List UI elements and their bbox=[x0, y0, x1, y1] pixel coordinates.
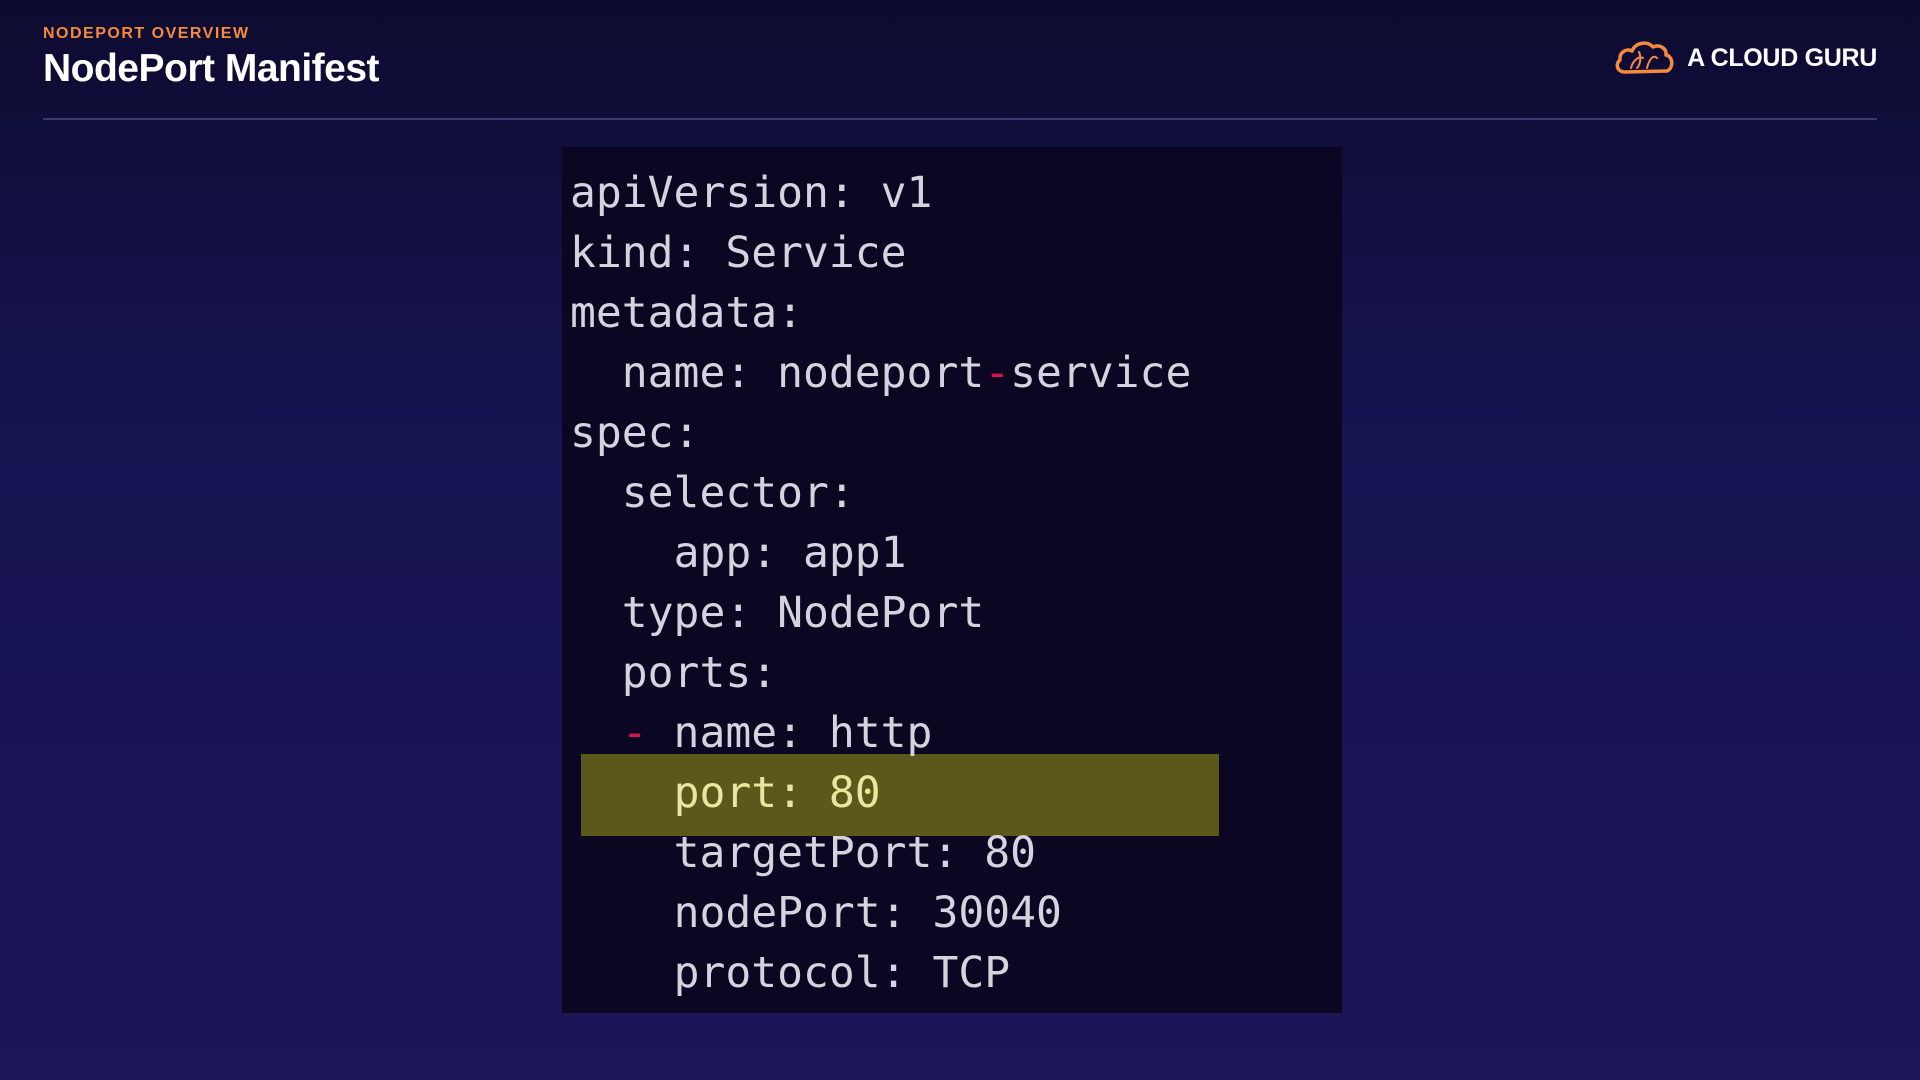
code-text: name: nodeport bbox=[621, 348, 985, 398]
code-text: port: 80 bbox=[673, 768, 881, 818]
brand-logo: A CLOUD GURU bbox=[1613, 38, 1877, 78]
cloud-logo-icon bbox=[1615, 41, 1674, 74]
code-line: apiVersion: v1 bbox=[570, 163, 932, 223]
code-line: selector: bbox=[570, 463, 855, 523]
list-dash: - bbox=[621, 708, 648, 758]
code-text: spec: bbox=[570, 408, 700, 458]
code-text: targetPort: 80 bbox=[673, 828, 1036, 878]
code-line: port: 80 bbox=[570, 763, 881, 823]
yaml-code-block: apiVersion: v1 kind: Service metadata: nam… bbox=[562, 147, 1342, 1013]
code-line: spec: bbox=[570, 403, 699, 463]
code-text: app: app1 bbox=[673, 528, 907, 578]
brand-name: A CLOUD GURU bbox=[1687, 43, 1877, 72]
code-text: service bbox=[1010, 348, 1192, 398]
code-line: name: nodeport-service bbox=[570, 343, 1192, 403]
code-text: type: NodePort bbox=[621, 588, 985, 638]
code-line: protocol: TCP bbox=[570, 943, 1011, 1003]
code-line: metadata: bbox=[570, 283, 803, 343]
code-line: kind: Service bbox=[570, 223, 907, 283]
code-line: nodePort: 30040 bbox=[570, 883, 1062, 943]
code-text: nodePort: 30040 bbox=[673, 888, 1062, 938]
code-text: name: http bbox=[647, 708, 933, 758]
code-text: apiVersion: v1 bbox=[570, 168, 933, 218]
code-text: kind: Service bbox=[570, 228, 907, 278]
code-line: app: app1 bbox=[570, 523, 907, 583]
code-line: - name: http bbox=[570, 703, 933, 763]
section-label: NODEPORT OVERVIEW bbox=[43, 25, 250, 42]
hyphen: - bbox=[984, 348, 1011, 398]
page-title: NodePort Manifest bbox=[43, 47, 380, 90]
code-line: ports: bbox=[570, 643, 777, 703]
code-text: selector: bbox=[621, 468, 855, 518]
code-text: metadata: bbox=[570, 288, 803, 338]
header-divider bbox=[43, 118, 1877, 120]
slide-header: NODEPORT OVERVIEW NodePort Manifest bbox=[43, 24, 380, 92]
code-text: protocol: TCP bbox=[673, 948, 1011, 998]
code-text: ports: bbox=[621, 648, 778, 698]
code-line: targetPort: 80 bbox=[570, 823, 1036, 883]
code-line: type: NodePort bbox=[570, 583, 984, 643]
